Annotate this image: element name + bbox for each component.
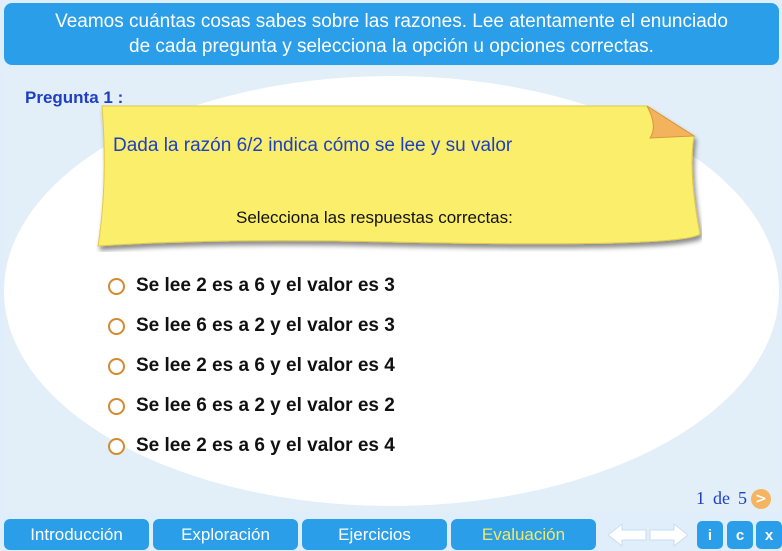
next-question-icon[interactable]: > xyxy=(751,488,771,509)
radio-button[interactable] xyxy=(108,397,125,415)
page-indicator: 1 de 5 > xyxy=(696,488,771,509)
answer-option-label: Se lee 2 es a 6 y el valor es 4 xyxy=(136,435,395,456)
radio-button[interactable] xyxy=(108,437,125,455)
navigation-arrows xyxy=(607,522,689,548)
radio-button[interactable] xyxy=(108,357,125,375)
exit-button[interactable]: x xyxy=(756,521,782,549)
radio-button[interactable] xyxy=(108,317,125,335)
current-page: 1 xyxy=(696,488,705,508)
sticky-note-shape xyxy=(97,105,701,247)
instructions-banner: Veamos cuántas cosas sabes sobre las raz… xyxy=(4,3,779,65)
answer-option[interactable]: Se lee 2 es a 6 y el valor es 3 xyxy=(108,266,395,306)
radio-button[interactable] xyxy=(108,277,125,295)
tab-exploracion[interactable]: Exploración xyxy=(153,519,298,550)
page-separator: de xyxy=(713,488,730,508)
info-button[interactable]: i xyxy=(697,521,723,549)
answer-option-label: Se lee 6 es a 2 y el valor es 2 xyxy=(136,395,395,416)
question-text: Dada la razón 6/2 indica cómo se lee y s… xyxy=(113,135,513,156)
question-panel: Pregunta 1 : Dada la razón 6/2 indica có… xyxy=(4,68,779,512)
answer-option-label: Se lee 2 es a 6 y el valor es 4 xyxy=(136,355,395,376)
tab-ejercicios[interactable]: Ejercicios xyxy=(302,519,447,550)
tab-evaluacion[interactable]: Evaluación xyxy=(451,519,596,550)
instructions-line-1: Veamos cuántas cosas sabes sobre las raz… xyxy=(55,11,728,32)
forward-arrow-icon[interactable] xyxy=(649,522,689,548)
sticky-note: Dada la razón 6/2 indica cómo se lee y s… xyxy=(92,102,702,252)
answer-option[interactable]: Se lee 6 es a 2 y el valor es 2 xyxy=(108,386,395,426)
answer-option[interactable]: Se lee 2 es a 6 y el valor es 4 xyxy=(108,426,395,466)
answer-option-label: Se lee 6 es a 2 y el valor es 3 xyxy=(136,315,395,336)
bottom-navigation: Introducción Exploración Ejercicios Eval… xyxy=(0,516,782,551)
answer-option[interactable]: Se lee 2 es a 6 y el valor es 4 xyxy=(108,346,395,386)
back-arrow-icon[interactable] xyxy=(607,522,647,548)
answer-option[interactable]: Se lee 6 es a 2 y el valor es 3 xyxy=(108,306,395,346)
question-instruction: Selecciona las respuestas correctas: xyxy=(236,208,513,227)
instructions-line-2: de cada pregunta y selecciona la opción … xyxy=(129,36,654,57)
tab-introduccion[interactable]: Introducción xyxy=(4,519,149,550)
answer-option-label: Se lee 2 es a 6 y el valor es 3 xyxy=(136,275,395,296)
total-pages: 5 xyxy=(738,488,747,508)
answer-options: Se lee 2 es a 6 y el valor es 3 Se lee 6… xyxy=(108,266,395,466)
credits-button[interactable]: c xyxy=(727,521,753,549)
